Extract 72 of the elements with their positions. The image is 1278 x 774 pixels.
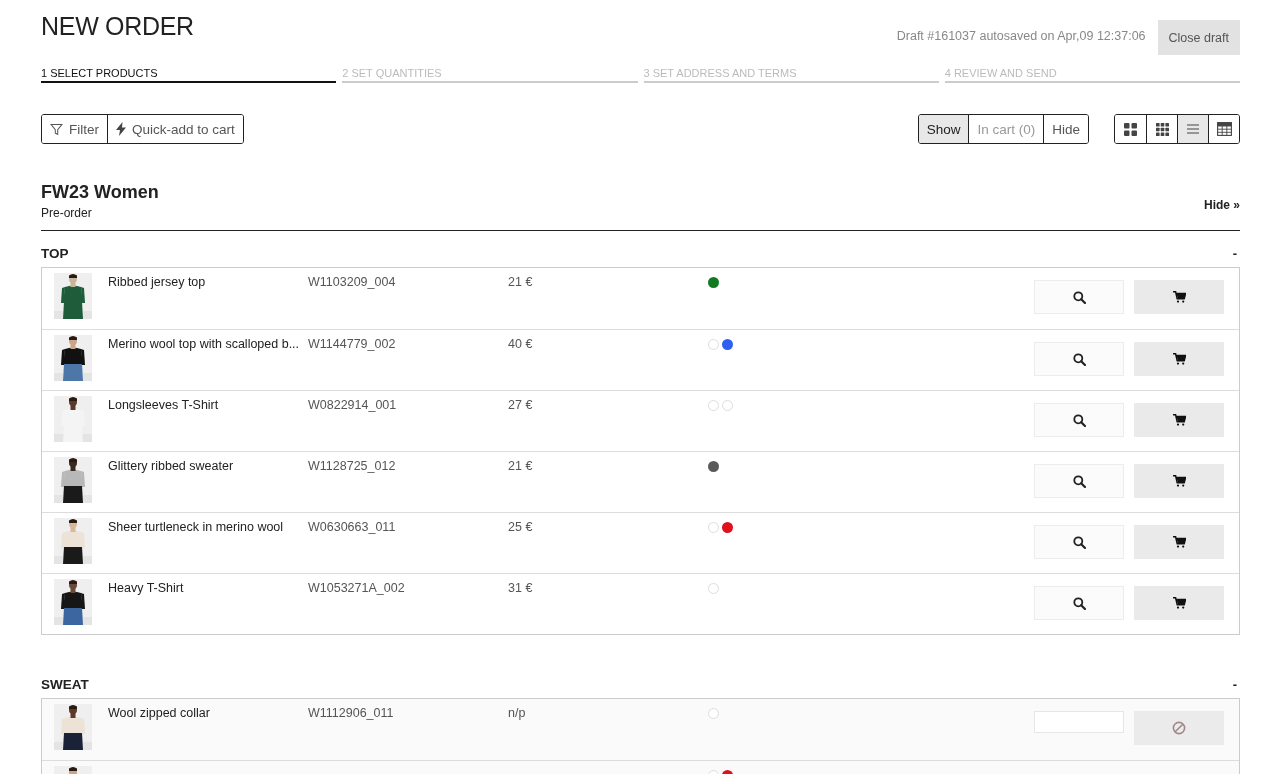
cart-icon	[1172, 597, 1186, 609]
color-swatch[interactable]	[722, 339, 733, 350]
quick-add-button[interactable]: Quick-add to cart	[107, 115, 243, 143]
color-swatch[interactable]	[708, 400, 719, 411]
product-sku: W1128725_012	[308, 458, 397, 475]
collection-title: FW23 Women	[41, 182, 160, 203]
product-price: 40 €	[508, 336, 534, 353]
product-price: 21 €	[508, 458, 534, 475]
color-swatch[interactable]	[708, 339, 719, 350]
product-price: n/p	[508, 705, 527, 722]
search-icon	[1072, 290, 1086, 304]
view-mode-button[interactable]	[1177, 115, 1208, 143]
collapse-toggle[interactable]: -	[1232, 676, 1237, 692]
category-title: TOP	[41, 245, 70, 261]
product-name: Ribbed jersey top	[108, 274, 207, 291]
table-icon	[1216, 122, 1232, 136]
search-icon	[1072, 596, 1086, 610]
product-price: 27 €	[508, 397, 534, 414]
cart-icon	[1172, 414, 1186, 426]
product-price: 31 €	[508, 580, 534, 597]
product-price: 21 €	[508, 274, 534, 291]
product-name: Glittery ribbed sweater	[108, 458, 235, 475]
search-icon	[1072, 413, 1086, 427]
color-swatch[interactable]	[722, 522, 733, 533]
color-swatch[interactable]	[708, 583, 719, 594]
search-icon	[1072, 474, 1086, 488]
large-grid-icon	[1124, 122, 1137, 136]
cart-icon	[1172, 536, 1186, 548]
unavailable-icon	[1172, 721, 1186, 735]
product-name: Sheer turtleneck in merino wool	[108, 519, 285, 536]
product-sku: W0822914_001	[308, 397, 398, 414]
search-icon	[1072, 535, 1086, 549]
small-grid-icon	[1155, 122, 1169, 136]
show-filter-tab[interactable]: Show	[918, 115, 969, 143]
page-title: NEW ORDER	[41, 12, 195, 41]
color-swatch[interactable]	[708, 522, 719, 533]
collection-subtitle: Pre-order	[41, 206, 93, 220]
add-to-cart-button[interactable]	[1134, 403, 1224, 437]
hide-link[interactable]: Hide »	[1204, 198, 1240, 212]
color-swatch[interactable]	[722, 400, 733, 411]
cart-icon	[1172, 291, 1186, 303]
product-sku: W1053271A_002	[308, 580, 406, 597]
step-tab[interactable]: 1 SELECT PRODUCTS	[41, 66, 337, 83]
product-name: Merino wool top with scalloped b...	[108, 336, 301, 353]
product-sku: W1144779_002	[308, 336, 397, 353]
cart-icon	[1172, 475, 1186, 487]
add-to-cart-button[interactable]	[1134, 342, 1224, 376]
color-swatch[interactable]	[708, 708, 719, 719]
add-to-cart-button[interactable]	[1134, 280, 1224, 314]
product-name: Wool zipped collar	[108, 705, 211, 722]
product-name: Heavy T-Shirt	[108, 580, 185, 597]
product-name: Longsleeves T-Shirt	[108, 397, 220, 414]
show-filter-tab[interactable]: Hide	[1043, 115, 1088, 143]
lightning-icon	[116, 122, 126, 136]
color-swatch[interactable]	[708, 277, 719, 288]
autosave-status: Draft #161037 autosaved on Apr,09 12:37:06	[896, 29, 1146, 43]
cart-icon	[1172, 353, 1186, 365]
view-mode-button[interactable]	[1208, 115, 1239, 143]
close-draft-button[interactable]: Close draft	[1157, 20, 1240, 55]
add-to-cart-button[interactable]	[1134, 464, 1224, 498]
filter-icon	[50, 122, 63, 136]
product-price: 25 €	[508, 519, 534, 536]
search-icon	[1072, 352, 1086, 366]
color-swatch[interactable]	[708, 461, 719, 472]
product-sku: W0630663_011	[308, 519, 397, 536]
add-to-cart-button[interactable]	[1134, 586, 1224, 620]
category-title: SWEAT	[41, 676, 90, 692]
product-sku: W1103209_004	[308, 274, 397, 291]
list-icon	[1187, 124, 1199, 134]
add-to-cart-button[interactable]	[1134, 525, 1224, 559]
collapse-toggle[interactable]: -	[1232, 245, 1237, 261]
product-sku: W1112906_011	[308, 705, 395, 722]
